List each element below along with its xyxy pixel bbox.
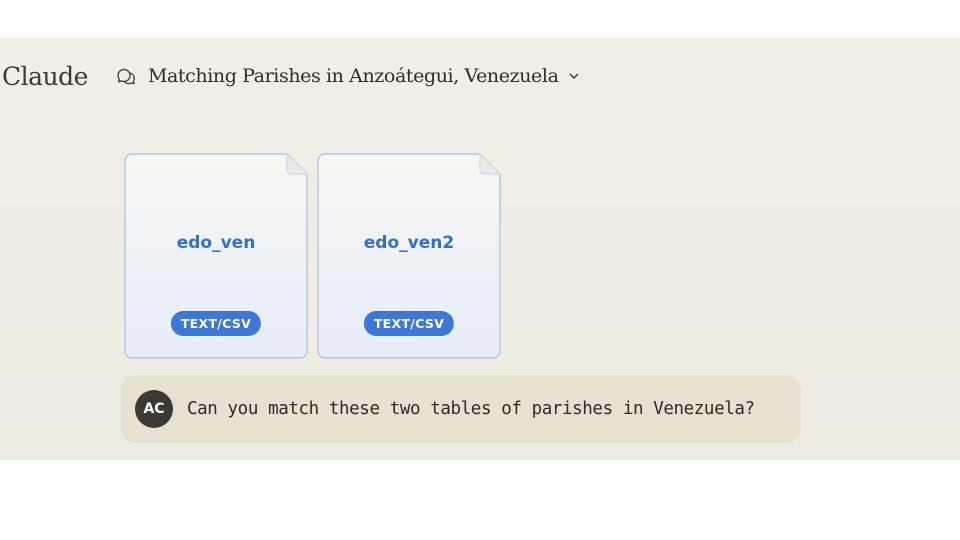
- file-attachment-edo-ven2[interactable]: edo_ven2 TEXT/CSV: [317, 153, 501, 359]
- chat-title: Matching Parishes in Anzoátegui, Venezue…: [147, 65, 559, 87]
- file-name: edo_ven: [176, 233, 256, 253]
- message-text: Can you match these two tables of parish…: [187, 399, 755, 419]
- file-attachment-edo-ven[interactable]: edo_ven TEXT/CSV: [124, 153, 308, 359]
- header-bar: Claude Matching Parishes in Anzoátegui, …: [0, 58, 581, 94]
- chevron-down-icon: [567, 69, 581, 83]
- file-type-badge: TEXT/CSV: [363, 311, 455, 336]
- user-message: AC Can you match these two tables of par…: [121, 375, 801, 443]
- file-type-badge: TEXT/CSV: [170, 311, 262, 336]
- brand-logo[interactable]: Claude: [2, 62, 88, 91]
- avatar: AC: [135, 390, 173, 428]
- attachments-row: edo_ven TEXT/CSV edo_ven2 TEXT/CSV: [124, 153, 501, 359]
- chat-bubbles-icon: [114, 64, 138, 88]
- chat-title-dropdown[interactable]: Matching Parishes in Anzoátegui, Venezue…: [114, 64, 581, 88]
- file-name: edo_ven2: [363, 233, 455, 253]
- chat-view: Claude Matching Parishes in Anzoátegui, …: [0, 38, 960, 460]
